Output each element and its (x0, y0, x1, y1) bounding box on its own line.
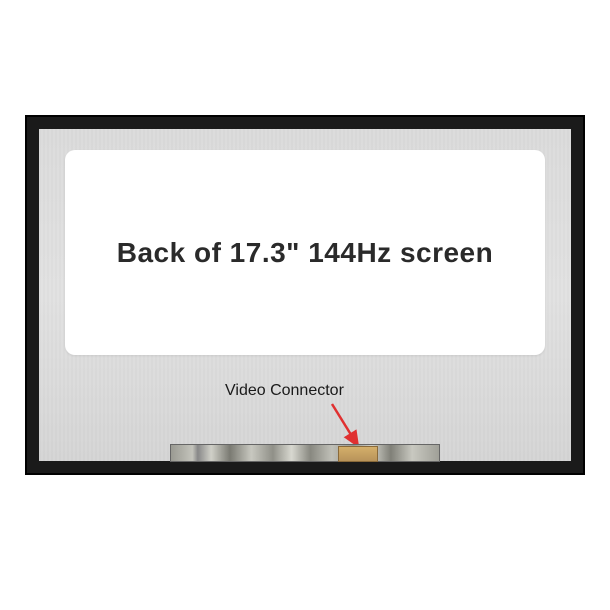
pcb-connector-strip (170, 444, 440, 462)
video-connector-label: Video Connector (225, 382, 344, 400)
description-label-area: Back of 17.3" 144Hz screen (65, 150, 545, 355)
main-description-text: Back of 17.3" 144Hz screen (117, 237, 493, 269)
video-connector-port (338, 446, 378, 462)
